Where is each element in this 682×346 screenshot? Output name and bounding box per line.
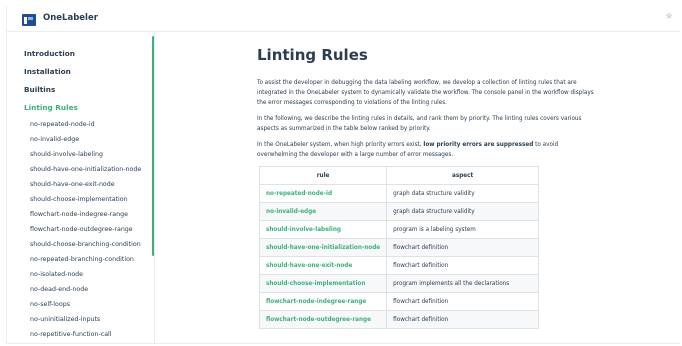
sidebar-subitem[interactable]: should-have-one-exit-node xyxy=(24,180,141,195)
sidebar-item-linting-rules[interactable]: Linting Rules xyxy=(24,102,141,120)
top-navbar: OneLabeler ☼ xyxy=(7,6,680,32)
linting-rules-table: rule aspect no-repeated-node-id graph da… xyxy=(258,166,540,329)
ranking-paragraph: In the following, we describe the lintin… xyxy=(257,116,582,132)
sidebar: Introduction Installation Builtins Linti… xyxy=(7,32,155,344)
sidebar-subitem[interactable]: flowchart-node-indegree-range xyxy=(24,210,141,225)
rule-link[interactable]: should-have-one-initialization-node xyxy=(258,238,388,257)
rule-link[interactable]: no-invalid-edge xyxy=(258,202,388,221)
main-content: Linting Rules To assist the developer in… xyxy=(257,46,597,329)
table-row: no-invalid-edge graph data structure val… xyxy=(258,202,540,221)
app-title[interactable]: OneLabeler xyxy=(43,13,98,23)
table-row: flowchart-node-indegree-range flowchart … xyxy=(258,292,540,311)
column-header-aspect: aspect xyxy=(386,166,540,185)
sidebar-scrollbar[interactable] xyxy=(152,36,154,256)
aspect-cell: graph data structure validity xyxy=(386,202,540,221)
aspect-cell: flowchart definition xyxy=(386,292,540,311)
column-header-rule: rule xyxy=(258,166,388,185)
rule-link[interactable]: should-choose-implementation xyxy=(258,274,388,293)
suppression-emphasis: low priority errors are suppressed xyxy=(423,142,534,148)
app-window: OneLabeler ☼ Introduction Installation B… xyxy=(6,6,680,344)
aspect-cell: program is a labeling system xyxy=(386,220,540,239)
theme-toggle-icon[interactable]: ☼ xyxy=(665,12,673,22)
aspect-cell: graph data structure validity xyxy=(386,184,540,203)
sidebar-subitem[interactable]: should-choose-implementation xyxy=(24,195,141,210)
sidebar-subitem[interactable]: no-invalid-edge xyxy=(24,135,141,150)
suppression-text-start: In the OneLabeler system, when high prio… xyxy=(257,142,424,148)
sidebar-item-installation[interactable]: Installation xyxy=(24,66,141,84)
page-title: Linting Rules xyxy=(257,46,368,64)
sidebar-subitem[interactable]: no-uninitialized-inputs xyxy=(24,315,141,330)
suppression-paragraph: In the OneLabeler system, when high prio… xyxy=(257,140,597,160)
table-row: should-involve-labeling program is a lab… xyxy=(258,220,540,239)
table-row: should-choose-implementation program imp… xyxy=(258,274,540,293)
sidebar-subitem[interactable]: no-self-loops xyxy=(24,300,141,315)
onelabeler-logo-icon[interactable] xyxy=(22,14,36,26)
rule-link[interactable]: flowchart-node-outdegree-range xyxy=(258,310,388,329)
table-row: should-have-one-exit-node flowchart defi… xyxy=(258,256,540,275)
sidebar-subitem[interactable]: no-repeated-node-id xyxy=(24,120,141,135)
table-header-row: rule aspect xyxy=(258,166,540,185)
aspect-cell: flowchart definition xyxy=(386,310,540,329)
intro-paragraph: To assist the developer in debugging the… xyxy=(257,80,594,106)
sidebar-subitem[interactable]: no-isolated-node xyxy=(24,270,141,285)
sidebar-item-builtins[interactable]: Builtins xyxy=(24,84,141,102)
rule-link[interactable]: should-have-one-exit-node xyxy=(258,256,388,275)
sidebar-subitem[interactable]: no-dead-end-node xyxy=(24,285,141,300)
sidebar-subitem[interactable]: should-choose-branching-condition xyxy=(24,240,141,255)
table-row: should-have-one-initialization-node flow… xyxy=(258,238,540,257)
sidebar-subitem[interactable]: flowchart-node-outdegree-range xyxy=(24,225,141,240)
rule-link[interactable]: no-repeated-node-id xyxy=(258,184,388,203)
aspect-cell: flowchart definition xyxy=(386,256,540,275)
sidebar-subitem[interactable]: no-repetitive-function-call xyxy=(24,330,141,344)
sidebar-item-introduction[interactable]: Introduction xyxy=(24,48,141,66)
bottom-divider xyxy=(7,343,680,344)
aspect-cell: program implements all the declarations xyxy=(386,274,540,293)
aspect-cell: flowchart definition xyxy=(386,238,540,257)
sidebar-subitem[interactable]: no-repeated-branching-condition xyxy=(24,255,141,270)
table-row: flowchart-node-outdegree-range flowchart… xyxy=(258,310,540,329)
sidebar-nav: Introduction Installation Builtins Linti… xyxy=(24,48,141,344)
rule-link[interactable]: flowchart-node-indegree-range xyxy=(258,292,388,311)
sidebar-subitem[interactable]: should-involve-labeling xyxy=(24,150,141,165)
table-row: no-repeated-node-id graph data structure… xyxy=(258,184,540,203)
sidebar-subitem[interactable]: should-have-one-initialization-node xyxy=(24,165,141,180)
rule-link[interactable]: should-involve-labeling xyxy=(258,220,388,239)
